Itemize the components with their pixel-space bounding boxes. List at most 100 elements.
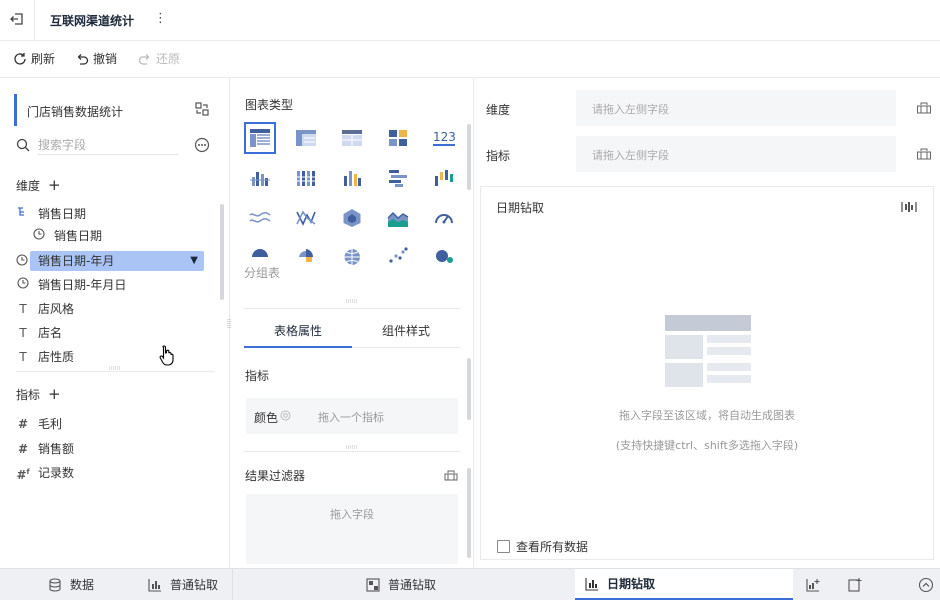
field-item-selected[interactable] xyxy=(16,251,30,271)
tab-label: 普通钻取 xyxy=(170,578,219,592)
chart-layout-icon[interactable] xyxy=(901,199,917,215)
filter-scrollbar[interactable] xyxy=(467,468,471,558)
waterfall-icon xyxy=(435,170,453,186)
indicator-label: 指标 xyxy=(16,387,41,402)
detail-table-icon xyxy=(342,130,362,146)
undo-icon xyxy=(77,54,89,65)
field-label: 店风格 xyxy=(38,302,75,316)
dataset-name: 门店销售数据统计 xyxy=(27,105,124,119)
chart-type-map[interactable] xyxy=(336,240,368,272)
indicator-shelf: 指标 请拖入左侧字段 xyxy=(480,136,938,172)
chart-type-gauge[interactable] xyxy=(428,202,460,234)
indicator-drop-zone[interactable]: 请拖入左侧字段 xyxy=(576,136,896,172)
color-drop-zone[interactable]: 颜色 拖入一个指标 xyxy=(246,398,458,434)
chart-type-line[interactable] xyxy=(244,202,276,234)
color-drop-hint: 拖入一个指标 xyxy=(318,411,384,424)
undo-button[interactable]: 撤销 xyxy=(75,50,117,68)
radar-chart-icon xyxy=(343,209,361,227)
tab-drill-normal-1[interactable]: 普通钻取 xyxy=(148,569,232,600)
add-dashboard-icon[interactable] xyxy=(847,577,863,593)
tab-drill-normal-2[interactable]: 普通钻取 xyxy=(366,569,466,600)
chart-type-area[interactable] xyxy=(382,202,414,234)
indicator-drop-hint: 请拖入左侧字段 xyxy=(592,149,669,162)
chart-type-waterfall[interactable] xyxy=(428,162,460,194)
filter-settings-icon[interactable] xyxy=(444,468,458,482)
field-item[interactable]: T 店风格 xyxy=(16,299,74,319)
column-chart-icon xyxy=(344,171,361,186)
dimension-drop-zone[interactable]: 请拖入左侧字段 xyxy=(576,90,896,126)
chart-type-rose[interactable] xyxy=(290,240,322,272)
more-icon[interactable]: ⋮ xyxy=(154,11,167,26)
view-all-checkbox[interactable] xyxy=(497,540,510,553)
area-chart-icon xyxy=(387,212,409,227)
indicator-settings-icon[interactable] xyxy=(916,146,932,162)
tab-label: 日期钻取 xyxy=(607,577,656,591)
chart-type-stacked-bar[interactable] xyxy=(290,162,322,194)
more-options-icon[interactable] xyxy=(194,137,210,153)
chart-type-cross-table[interactable] xyxy=(290,122,322,154)
indicator-section-label: 指标 + xyxy=(16,385,61,403)
chart-type-kpi-card[interactable] xyxy=(382,122,414,154)
switch-dataset-icon[interactable] xyxy=(194,101,210,117)
caret-down-icon[interactable]: ▼ xyxy=(190,251,198,271)
chart-type-grouped-bar[interactable] xyxy=(244,162,276,194)
add-chart-icon[interactable] xyxy=(805,577,821,593)
chart-type-combo[interactable] xyxy=(290,202,322,234)
clock-icon xyxy=(32,226,46,246)
field-item[interactable]: # 销售额 xyxy=(16,439,74,459)
dataset-selector[interactable]: 门店销售数据统计 xyxy=(14,94,216,126)
resize-handle[interactable] xyxy=(108,366,122,370)
field-item[interactable]: T 店名 xyxy=(16,323,62,343)
dragging-field[interactable]: 销售日期-年月 ▼ xyxy=(30,251,204,271)
dimension-settings-icon[interactable] xyxy=(916,100,932,116)
chart-type-number[interactable]: 123 xyxy=(428,122,460,154)
chart-type-detail-table[interactable] xyxy=(336,122,368,154)
field-item[interactable]: 销售日期-年月日 xyxy=(16,275,126,295)
field-item[interactable]: # 毛利 xyxy=(16,414,62,434)
field-item[interactable]: 销售日期 xyxy=(32,226,102,246)
view-all-data[interactable]: 查看所有数据 xyxy=(497,538,588,555)
dimension-drop-hint: 请拖入左侧字段 xyxy=(592,103,669,116)
dimension-shelf-label: 维度 xyxy=(486,103,511,117)
card-icon xyxy=(389,130,407,146)
chart-canvas[interactable]: 日期钻取 拖入字段至该区域，将自动生成图表 (支持快捷键ctrl、shift多选… xyxy=(480,186,934,560)
chart-type-column[interactable] xyxy=(336,162,368,194)
active-tab-indicator xyxy=(244,346,352,348)
resize-handle[interactable] xyxy=(345,445,359,449)
globe-icon xyxy=(343,248,360,266)
tab-table-properties[interactable]: 表格属性 xyxy=(274,322,322,339)
pie-chart-icon xyxy=(252,249,268,257)
toolbar: 刷新 撤销 还原 xyxy=(0,41,940,78)
divider xyxy=(232,569,233,600)
redo-button[interactable]: 还原 xyxy=(138,50,180,68)
search-input[interactable] xyxy=(38,135,178,155)
chart-type-grouped-table[interactable] xyxy=(244,122,276,154)
chart-type-bubble[interactable] xyxy=(428,240,460,272)
combo-chart-icon xyxy=(296,210,316,226)
database-icon xyxy=(49,577,61,592)
table-icon xyxy=(250,129,270,147)
collapse-up-icon[interactable] xyxy=(918,577,934,593)
add-dimension-icon[interactable]: + xyxy=(48,176,61,194)
chart-type-horizontal-bar[interactable] xyxy=(382,162,414,194)
field-item[interactable]: T 店性质 xyxy=(16,347,74,367)
chart-config-panel: 图表类型 123 分组表 表格属性 组件样式 指标 颜色 拖入一个指标 结果过滤… xyxy=(230,78,474,568)
chart-type-scrollbar[interactable] xyxy=(467,124,471,190)
field-item[interactable]: 销售日期 xyxy=(16,204,86,224)
exit-icon[interactable] xyxy=(8,11,26,29)
refresh-button[interactable]: 刷新 xyxy=(13,50,55,68)
add-indicator-icon[interactable]: + xyxy=(48,385,61,403)
chart-type-scatter[interactable] xyxy=(382,240,414,272)
property-scrollbar[interactable] xyxy=(467,358,471,420)
field-item[interactable]: #f 记录数 xyxy=(16,463,74,483)
divider xyxy=(244,308,460,309)
resize-handle[interactable] xyxy=(345,299,359,303)
tab-component-style[interactable]: 组件样式 xyxy=(382,322,430,339)
filter-drop-zone[interactable]: 拖入字段 xyxy=(246,494,458,564)
calc-hash-icon: #f xyxy=(16,467,30,482)
chart-type-radar[interactable] xyxy=(336,202,368,234)
dimension-scrollbar[interactable] xyxy=(220,204,224,300)
tab-date-drill[interactable]: 日期钻取 xyxy=(575,569,793,600)
bottom-tab-bar: 数据 普通钻取 普通钻取 日期钻取 xyxy=(0,568,940,600)
settings-icon[interactable] xyxy=(280,410,291,421)
